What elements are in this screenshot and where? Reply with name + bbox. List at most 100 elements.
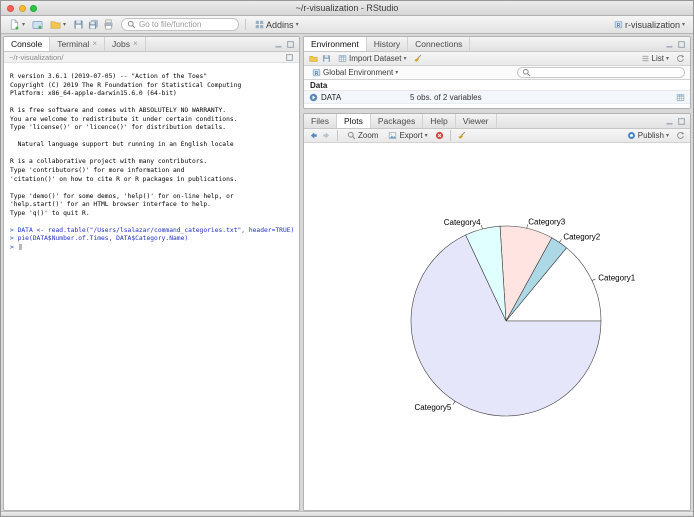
close-window-button[interactable] [7,4,14,12]
tab-history[interactable]: History [367,37,409,51]
minimize-panel-icon[interactable] [274,40,283,49]
environment-tabbar: Environment History Connections [304,37,690,52]
tab-label: Packages [377,116,416,126]
previous-plot-icon[interactable] [309,131,318,140]
console-line: Copyright (C) 2019 The R Foundation for … [10,81,242,89]
addins-menu-button[interactable]: Addins ▾ [252,19,302,31]
project-menu-button[interactable]: r-visualization ▾ [611,19,688,31]
publish-button[interactable]: Publish ▾ [624,130,672,141]
zoom-button[interactable]: Zoom [344,130,381,141]
environment-object-list: Data DATA 5 obs. of 2 variables [304,80,690,108]
tab-environment[interactable]: Environment [304,37,367,51]
view-data-icon[interactable] [676,93,685,102]
pie-label: Category3 [528,217,565,226]
close-tab-icon[interactable]: × [133,40,138,48]
tab-label: History [373,39,401,49]
environment-toolbar: Import Dataset ▾ List ▾ [304,52,690,66]
open-file-button[interactable]: ▾ [47,18,69,31]
environment-object-row[interactable]: DATA 5 obs. of 2 variables [304,91,690,104]
export-button[interactable]: Export ▾ [385,130,430,141]
tab-packages[interactable]: Packages [371,114,424,128]
expand-object-icon[interactable] [309,93,318,102]
tab-console[interactable]: Console [4,37,51,51]
pie-label: Category5 [414,403,451,412]
maximize-panel-icon[interactable] [677,40,686,49]
console-output[interactable]: R version 3.6.1 (2019-07-05) -- "Action … [4,63,299,510]
remove-plot-icon[interactable] [435,131,444,140]
tab-label: Plots [343,116,363,126]
zoom-label: Zoom [358,131,379,140]
next-plot-icon[interactable] [322,131,331,140]
goto-file-search[interactable]: Go to file/function [121,18,240,31]
project-name-label: r-visualization [624,19,680,30]
tab-label: Console [11,39,43,49]
toolbar-divider [245,19,247,30]
console-line: R is free software and comes with ABSOLU… [10,107,227,115]
window-title: ~/r-visualization - RStudio [295,2,399,13]
main-toolbar: ▾ ▾ Go to file/function Addins ▾ r-visua… [1,16,693,34]
print-icon[interactable] [103,19,114,30]
maximize-panel-icon[interactable] [286,40,295,49]
tab-connections[interactable]: Connections [408,37,471,51]
working-directory-path[interactable]: ~/r-visualization/ [9,53,63,62]
dropdown-caret-icon: ▾ [665,55,669,62]
toolbar-divider [449,130,451,141]
new-project-icon[interactable] [32,19,43,30]
right-column: Environment History Connections Import D… [303,36,691,511]
import-dataset-button[interactable]: Import Dataset ▾ [335,53,409,64]
clear-all-plots-icon[interactable] [457,131,466,140]
plots-toolbar: Zoom Export ▾ Publish ▾ [304,129,690,143]
pie-label-tick [481,225,483,230]
console-line: Type 'demo()' for some demos, 'help()' f… [10,192,234,200]
tab-help[interactable]: Help [423,114,456,128]
tab-jobs[interactable]: Jobs × [105,37,146,51]
tab-files[interactable]: Files [304,114,337,128]
dropdown-caret-icon: ▾ [395,69,399,76]
dropdown-caret-icon: ▾ [403,55,407,62]
console-line: Platform: x86_64-apple-darwin15.6.0 (64-… [10,90,177,98]
dropdown-caret-icon: ▾ [424,132,428,139]
goto-file-placeholder: Go to file/function [139,20,202,29]
clear-objects-icon[interactable] [413,54,422,63]
new-file-button[interactable]: ▾ [6,18,28,31]
console-cursor [18,243,22,250]
open-folder-icon [50,19,61,30]
minimize-window-button[interactable] [18,4,26,12]
console-line: R version 3.6.1 (2019-07-05) -- "Action … [10,73,208,80]
pie-label-tick [559,238,562,243]
tab-plots[interactable]: Plots [336,114,371,128]
environment-scope-label: Global Environment [323,68,394,77]
plot-display-area: Category1 Category2 Category3 Category4 Cate… [304,143,690,510]
rstudio-window: ~/r-visualization - RStudio ▾ ▾ Go to fi… [0,0,694,517]
environment-search-input[interactable] [517,67,685,78]
tab-label: Terminal [57,39,90,49]
minimize-panel-icon[interactable] [665,117,674,126]
close-tab-icon[interactable]: × [92,40,97,48]
list-view-label: List [651,54,664,63]
console-line: 'citation()' on how to cite R or R packa… [10,175,238,183]
refresh-environment-icon[interactable] [676,54,685,63]
tab-viewer[interactable]: Viewer [456,114,497,128]
dropdown-caret-icon: ▾ [681,21,685,28]
list-view-button[interactable]: List ▾ [638,53,672,64]
console-tabbar: Console Terminal × Jobs × [4,37,299,52]
load-workspace-icon[interactable] [309,54,318,63]
zoom-window-button[interactable] [30,4,37,12]
save-all-icon[interactable] [88,19,99,30]
pie-label: Category2 [563,233,600,242]
environment-scope-selector[interactable]: Global Environment ▾ [309,67,401,78]
save-workspace-icon[interactable] [322,54,331,63]
dropdown-caret-icon: ▾ [63,21,67,28]
refresh-plot-icon[interactable] [676,131,685,140]
environment-scope-row: Global Environment ▾ [304,66,690,80]
object-name: DATA [321,92,342,102]
minimize-panel-icon[interactable] [665,40,674,49]
tab-terminal[interactable]: Terminal × [50,37,105,51]
save-file-icon[interactable] [73,19,84,30]
export-label: Export [399,131,423,140]
expand-console-icon[interactable] [285,53,294,62]
maximize-panel-icon[interactable] [677,117,686,126]
environment-section-header: Data [304,80,690,91]
tab-label: Help [430,116,448,126]
